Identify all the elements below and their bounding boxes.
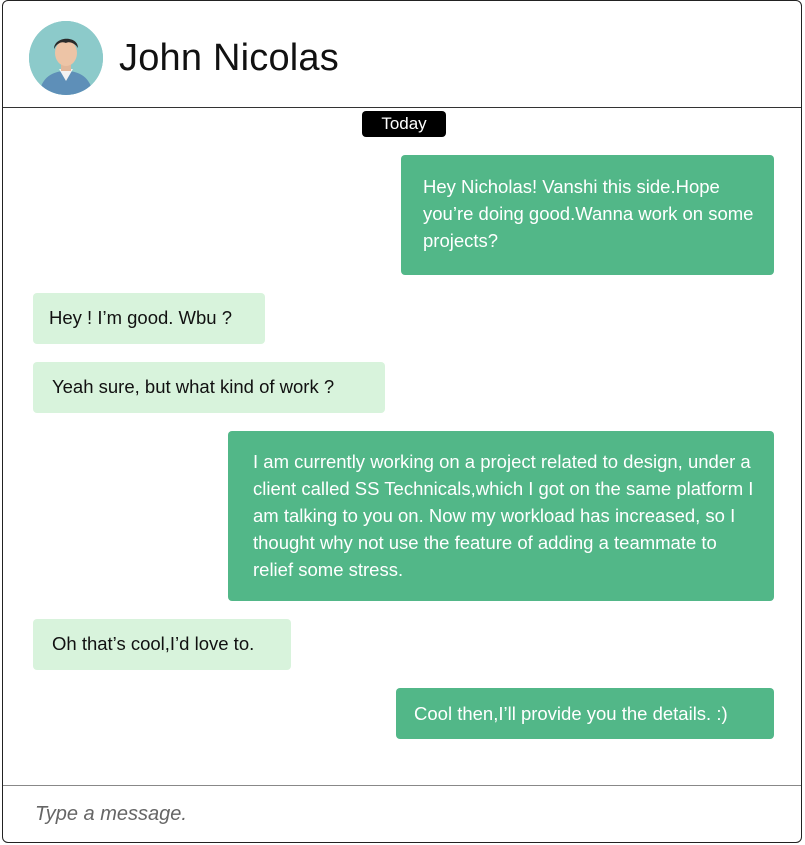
- contact-name: John Nicolas: [119, 37, 339, 79]
- message-bubble-received: Oh that’s cool,I’d love to.: [33, 619, 291, 670]
- message-input[interactable]: [33, 798, 737, 830]
- message-bubble-received: Yeah sure, but what kind of work ?: [33, 362, 385, 413]
- avatar[interactable]: [29, 21, 103, 95]
- message-composer: [3, 785, 801, 842]
- message-bubble-sent: Cool then,I’ll provide you the details. …: [396, 688, 774, 739]
- chat-window: John Nicolas Today Hey Nicholas! Vanshi …: [2, 0, 802, 843]
- message-bubble-received: Hey ! I’m good. Wbu ?: [33, 293, 265, 344]
- message-bubble-sent: Hey Nicholas! Vanshi this side.Hope you’…: [401, 155, 774, 275]
- message-bubble-sent: I am currently working on a project rela…: [228, 431, 774, 601]
- date-separator-badge: Today: [362, 111, 446, 137]
- chat-header: John Nicolas: [3, 1, 801, 108]
- user-avatar-icon: [29, 21, 103, 95]
